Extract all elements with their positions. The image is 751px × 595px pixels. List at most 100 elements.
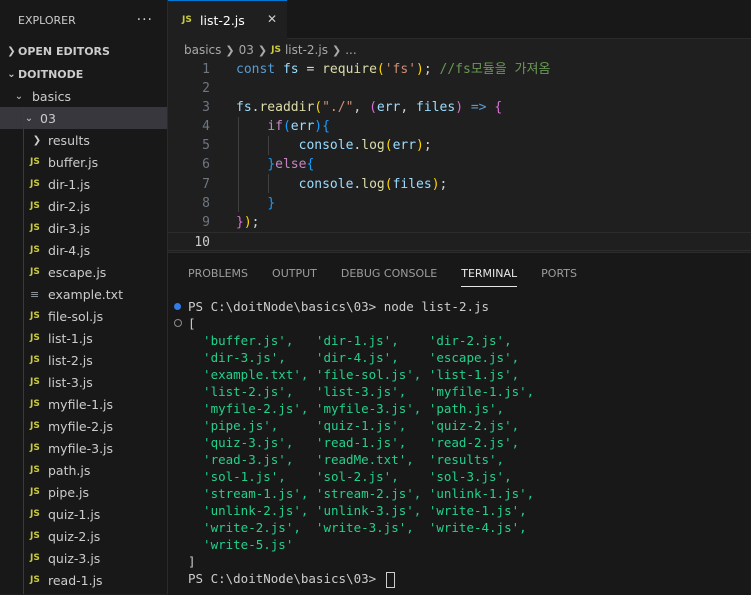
line-number: 5	[202, 138, 210, 154]
file-label: dir-3.js	[48, 220, 91, 236]
file-item[interactable]: JS dir-2.js	[0, 195, 167, 217]
file-item[interactable]: JS quiz-1.js	[0, 503, 167, 525]
command-success-dot-icon	[174, 303, 181, 310]
file-item[interactable]: JS dir-1.js	[0, 173, 167, 195]
workspace-section[interactable]: ⌄ DOITNODE	[0, 63, 167, 85]
file-label: example.txt	[48, 286, 123, 302]
code-line: 1 const fs = require('fs'); //fs모듈을 가져옴	[168, 60, 751, 79]
chevron-right-icon: ❯	[32, 134, 42, 146]
file-item[interactable]: JS file-sol.js	[0, 305, 167, 327]
file-label: list-3.js	[48, 374, 93, 390]
chevron-down-icon: ⌄	[24, 112, 34, 124]
terminal-close-bracket: ]	[188, 554, 196, 569]
file-item[interactable]: JS buffer.js	[0, 151, 167, 173]
file-list: JS buffer.js JS dir-1.js JS dir-2.js JS dir-3.j…	[0, 151, 167, 591]
file-item[interactable]: JS pipe.js	[0, 481, 167, 503]
close-icon[interactable]: ✕	[267, 12, 277, 26]
editor-tabbar: JS list-2.js ✕	[168, 0, 751, 39]
tab-terminal[interactable]: TERMINAL	[461, 253, 517, 293]
javascript-file-icon: JS	[30, 333, 40, 343]
chevron-right-icon: ❯	[331, 43, 342, 57]
file-item[interactable]: JS escape.js	[0, 261, 167, 283]
terminal-output-line: 'quiz-3.js', 'read-1.js', 'read-2.js',	[188, 435, 520, 450]
code-line: 7 console.log(files);	[168, 175, 751, 194]
terminal-output-line: 'example.txt', 'file-sol.js', 'list-1.js…	[188, 367, 520, 382]
file-item[interactable]: JS quiz-2.js	[0, 525, 167, 547]
output-marker-icon	[174, 319, 182, 327]
file-item[interactable]: JS read-1.js	[0, 569, 167, 591]
breadcrumb-item[interactable]: list-2.js	[285, 43, 328, 57]
file-item[interactable]: JS dir-4.js	[0, 239, 167, 261]
file-label: path.js	[48, 462, 91, 478]
terminal-output-line: 'read-3.js', 'readMe.txt', 'results',	[188, 452, 505, 467]
chevron-right-icon: ❯	[7, 45, 16, 57]
breadcrumb-item[interactable]: 03	[239, 43, 254, 57]
tree-indent-guide	[23, 107, 24, 594]
editor-area: JS list-2.js ✕ basics ❯ 03 ❯ JS list-2.j…	[168, 0, 751, 252]
workspace-label: DOITNODE	[18, 67, 84, 81]
file-label: quiz-1.js	[48, 506, 101, 522]
folder-results[interactable]: ❯ results	[0, 129, 167, 151]
file-label: myfile-2.js	[48, 418, 114, 434]
folder-label: basics	[32, 88, 71, 104]
folder-label: 03	[40, 110, 56, 126]
terminal-output-line: [	[174, 315, 534, 332]
terminal[interactable]: PS C:\doitNode\basics\03> node list-2.js…	[174, 298, 535, 588]
line-number: 4	[202, 119, 210, 135]
file-item[interactable]: ≡ example.txt	[0, 283, 167, 305]
terminal-command-line: PS C:\doitNode\basics\03> node list-2.js	[174, 298, 534, 315]
javascript-file-icon: JS	[30, 531, 40, 541]
tab-debug-console[interactable]: DEBUG CONSOLE	[341, 253, 437, 293]
breadcrumb-item[interactable]: basics	[184, 43, 221, 57]
line-number: 10	[194, 234, 210, 250]
chevron-down-icon: ⌄	[14, 90, 24, 102]
javascript-file-icon: JS	[30, 157, 40, 167]
chevron-right-icon: ❯	[257, 43, 268, 57]
terminal-output-line: 'stream-1.js', 'stream-2.js', 'unlink-1.…	[188, 486, 535, 501]
file-item[interactable]: JS myfile-2.js	[0, 415, 167, 437]
file-item[interactable]: JS list-3.js	[0, 371, 167, 393]
tab-label: list-2.js	[200, 12, 245, 28]
code-line: 8 }	[168, 194, 751, 213]
file-label: buffer.js	[48, 154, 99, 170]
terminal-open-bracket: [	[188, 316, 196, 331]
file-item[interactable]: JS list-2.js	[0, 349, 167, 371]
code-editor[interactable]: 1 const fs = require('fs'); //fs모듈을 가져옴 2…	[168, 60, 751, 251]
file-label: myfile-1.js	[48, 396, 114, 412]
more-actions-icon[interactable]: ···	[137, 12, 153, 28]
file-label: dir-1.js	[48, 176, 91, 192]
text-file-icon: ≡	[30, 287, 40, 301]
terminal-output-line: 'sol-1.js', 'sol-2.js', 'sol-3.js',	[188, 469, 512, 484]
file-label: list-1.js	[48, 330, 93, 346]
javascript-file-icon: JS	[30, 399, 40, 409]
javascript-file-icon: JS	[30, 487, 40, 497]
terminal-prompt-line: PS C:\doitNode\basics\03>	[188, 570, 534, 588]
folder-03[interactable]: ⌄ 03	[0, 107, 167, 129]
file-item[interactable]: JS path.js	[0, 459, 167, 481]
tab-problems[interactable]: PROBLEMS	[188, 253, 248, 293]
terminal-output-line: 'write-2.js', 'write-3.js', 'write-4.js'…	[188, 520, 527, 535]
line-number: 9	[202, 214, 210, 230]
tab-ports[interactable]: PORTS	[541, 253, 577, 293]
file-label: file-sol.js	[48, 308, 104, 324]
file-label: read-1.js	[48, 572, 103, 588]
file-item[interactable]: JS quiz-3.js	[0, 547, 167, 569]
code-line: 4 if(err){	[168, 117, 751, 136]
file-label: myfile-3.js	[48, 440, 114, 456]
file-item[interactable]: JS list-1.js	[0, 327, 167, 349]
breadcrumb-item[interactable]: ...	[345, 43, 356, 57]
code-line: 3 fs.readdir("./", (err, files) => {	[168, 98, 751, 117]
tab-output[interactable]: OUTPUT	[272, 253, 317, 293]
code-line: 9});	[168, 213, 751, 232]
file-item[interactable]: JS myfile-3.js	[0, 437, 167, 459]
file-item[interactable]: JS dir-3.js	[0, 217, 167, 239]
folder-label: results	[48, 132, 90, 148]
folder-basics[interactable]: ⌄ basics	[0, 85, 167, 107]
line-number: 8	[202, 195, 210, 211]
tab-list-2[interactable]: JS list-2.js ✕	[168, 0, 287, 39]
file-item[interactable]: JS myfile-1.js	[0, 393, 167, 415]
terminal-output-line: 'buffer.js', 'dir-1.js', 'dir-2.js',	[188, 333, 512, 348]
javascript-file-icon: JS	[30, 201, 40, 211]
open-editors-section[interactable]: ❯ OPEN EDITORS	[0, 40, 167, 62]
line-number: 1	[202, 62, 210, 77]
